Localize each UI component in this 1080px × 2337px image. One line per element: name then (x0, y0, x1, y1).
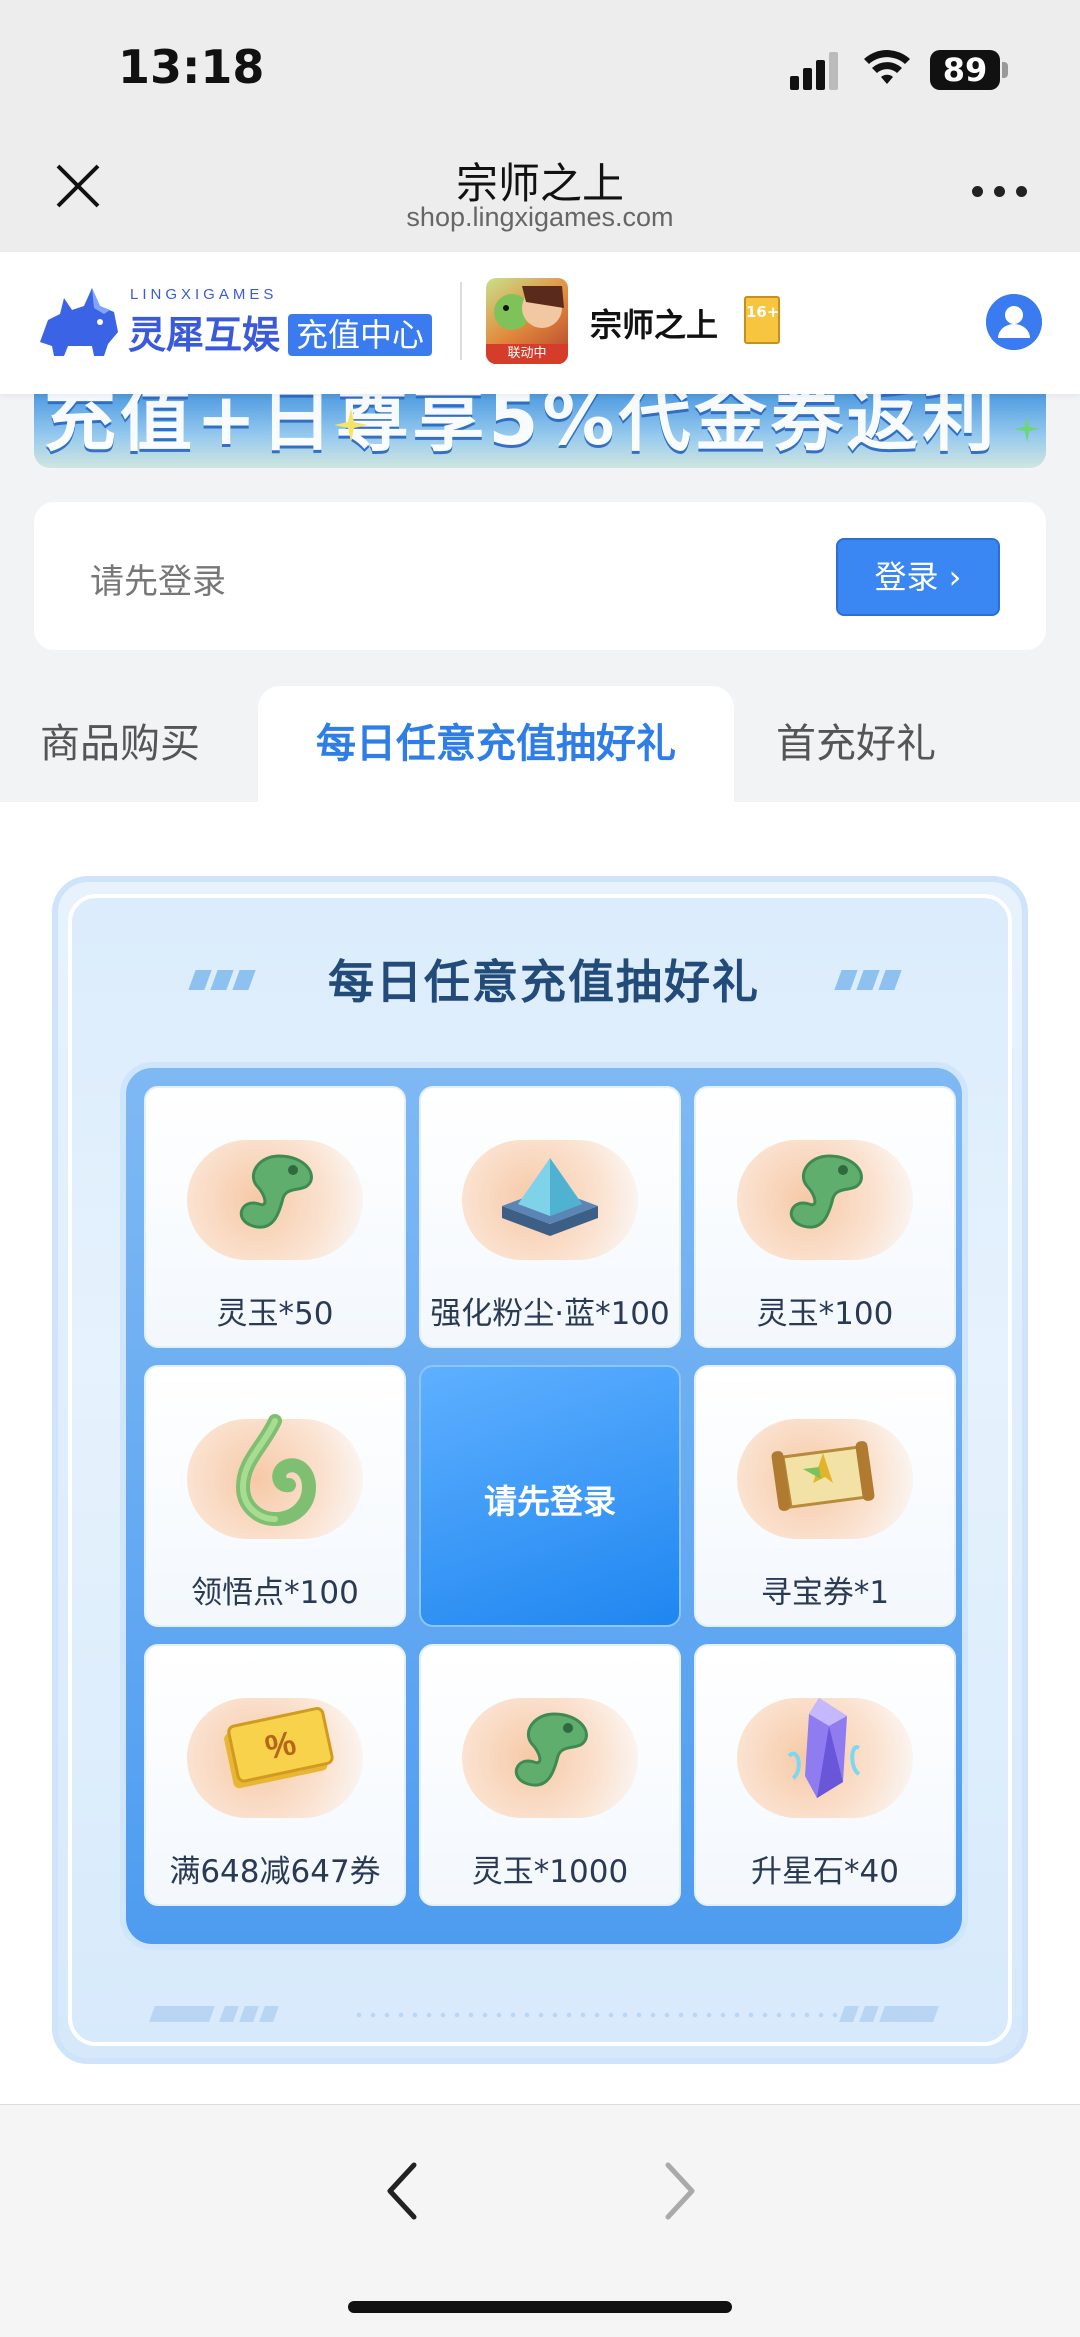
home-indicator (348, 2301, 732, 2313)
prize-label: 灵玉*50 (216, 1296, 334, 1332)
game-avatar[interactable]: 联动中 (486, 278, 568, 364)
bottom-decoration (149, 2006, 939, 2026)
dust-icon (502, 1158, 598, 1236)
more-icon[interactable] (972, 182, 1032, 202)
back-icon[interactable] (378, 2151, 426, 2231)
jade-icon (514, 1712, 588, 1787)
content-peek (0, 2090, 1080, 2104)
wifi-icon (864, 50, 910, 84)
prize-cell: 灵玉*50 (144, 1086, 406, 1348)
draw-button-label: 请先登录 (484, 1482, 616, 1521)
lottery-panel: 每日任意充值抽好礼 灵玉*50 强化粉尘·蓝*100 灵玉*100 领悟点*10… (52, 876, 1028, 2064)
lottery-grid: 灵玉*50 强化粉尘·蓝*100 灵玉*100 领悟点*100 请先登录 寻宝券… (120, 1062, 968, 1950)
signal-icon (790, 52, 842, 90)
lottery-draw-button[interactable]: 请先登录 (419, 1365, 681, 1627)
jade-icon (239, 1154, 313, 1229)
tab-first-recharge[interactable]: 首充好礼 (776, 686, 976, 802)
coupon-icon: % (224, 1707, 334, 1789)
tab-bar: 商品购买 每日任意充值抽好礼 首充好礼 (0, 686, 1080, 802)
prize-label: 强化粉尘·蓝*100 (430, 1296, 670, 1332)
prize-label: 满648减647券 (169, 1854, 381, 1890)
crystal-icon (787, 1698, 861, 1798)
login-card: 请先登录 登录 › (34, 502, 1046, 650)
insight-icon (235, 1414, 317, 1527)
prize-cell: 灵玉*1000 (419, 1644, 681, 1906)
prize-label: 寻宝券*1 (760, 1575, 890, 1611)
forward-icon[interactable] (656, 2151, 704, 2231)
prize-label: 灵玉*1000 (471, 1854, 629, 1890)
page-url: shop.lingxigames.com (406, 202, 674, 232)
status-bar: 13:18 89 (0, 0, 1080, 130)
prize-label: 升星石*40 (751, 1854, 899, 1890)
browser-header: 宗师之上 shop.lingxigames.com (0, 130, 1080, 252)
main-content: 每日任意充值抽好礼 灵玉*50 强化粉尘·蓝*100 灵玉*100 领悟点*10… (0, 802, 1080, 2104)
header-divider (460, 282, 462, 360)
tab-product-purchase[interactable]: 商品购买 (40, 686, 230, 802)
site-header: LINGXIGAMES 灵犀互娱 充值中心 联动中 宗师之上 16+ (0, 252, 1080, 394)
prize-label: 灵玉*100 (756, 1296, 894, 1332)
prize-label: 领悟点*100 (191, 1575, 359, 1611)
status-time: 13:18 (118, 40, 265, 94)
lottery-inner: 每日任意充值抽好礼 灵玉*50 强化粉尘·蓝*100 灵玉*100 领悟点*10… (68, 894, 1012, 2046)
browser-bottom-nav (0, 2104, 1080, 2337)
banner-text: 充值+日尊享5%代金券返利 (44, 394, 999, 461)
battery-tip (1002, 62, 1008, 78)
prize-cell: 寻宝券*1 (694, 1365, 956, 1627)
promo-banner[interactable]: 充值+日尊享5%代金券返利 (34, 394, 1046, 468)
login-hint: 请先登录 (90, 562, 226, 602)
age-rating-badge: 16+ (744, 296, 780, 344)
title-decoration-right (834, 970, 910, 992)
prize-cell: 领悟点*100 (144, 1365, 406, 1627)
login-button[interactable]: 登录 › (836, 538, 1000, 616)
battery-icon: 89 (930, 50, 1000, 90)
game-tag: 联动中 (486, 344, 568, 364)
game-name: 宗师之上 (590, 306, 719, 344)
scroll-icon (771, 1441, 875, 1511)
tab-daily-lottery[interactable]: 每日任意充值抽好礼 (258, 686, 734, 802)
sparkle-icon (334, 408, 368, 442)
prize-cell: 强化粉尘·蓝*100 (419, 1086, 681, 1348)
user-icon[interactable] (986, 294, 1042, 350)
rhino-logo-icon[interactable] (34, 284, 122, 360)
prize-cell: 灵玉*100 (694, 1086, 956, 1348)
logo-name: 灵犀互娱 (128, 313, 281, 357)
sparkle-icon (1014, 416, 1040, 442)
prize-cell: % 满648减647券 (144, 1644, 406, 1906)
jade-icon (789, 1154, 863, 1229)
recharge-center-badge: 充值中心 (288, 314, 433, 356)
logo-subtitle: LINGXIGAMES (130, 286, 278, 303)
prize-cell: 升星石*40 (694, 1644, 956, 1906)
